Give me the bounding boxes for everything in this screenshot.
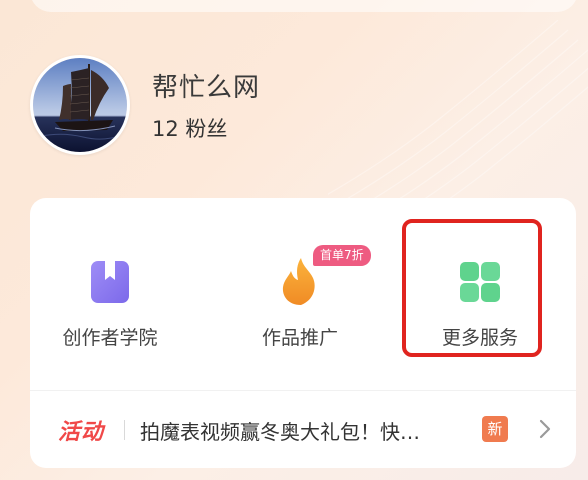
discount-badge: 首单7折: [313, 245, 371, 266]
profile-header: 帮忙么网 12 粉丝: [30, 55, 550, 155]
separator: [124, 420, 125, 440]
activity-text: 拍魔表视频赢冬奥大礼包！快…: [140, 420, 420, 444]
service-label: 作品推广: [261, 327, 338, 349]
service-label: 创作者学院: [62, 327, 158, 349]
avatar[interactable]: [30, 55, 130, 155]
top-card: [30, 0, 578, 12]
chevron-right-icon[interactable]: [535, 417, 555, 441]
service-creator-academy[interactable]: 创作者学院: [30, 238, 190, 368]
fans-count[interactable]: 12 粉丝: [152, 113, 227, 143]
activity-tag: 活动: [58, 420, 105, 445]
activity-banner[interactable]: 活动 拍魔表视频赢冬奥大礼包！快… 新: [30, 391, 576, 468]
highlight-box: [402, 219, 542, 357]
new-badge: 新: [482, 416, 508, 442]
username: 帮忙么网: [152, 73, 261, 103]
avatar-sailboat-image: [33, 58, 127, 152]
bookmark-book-icon: [91, 261, 129, 303]
